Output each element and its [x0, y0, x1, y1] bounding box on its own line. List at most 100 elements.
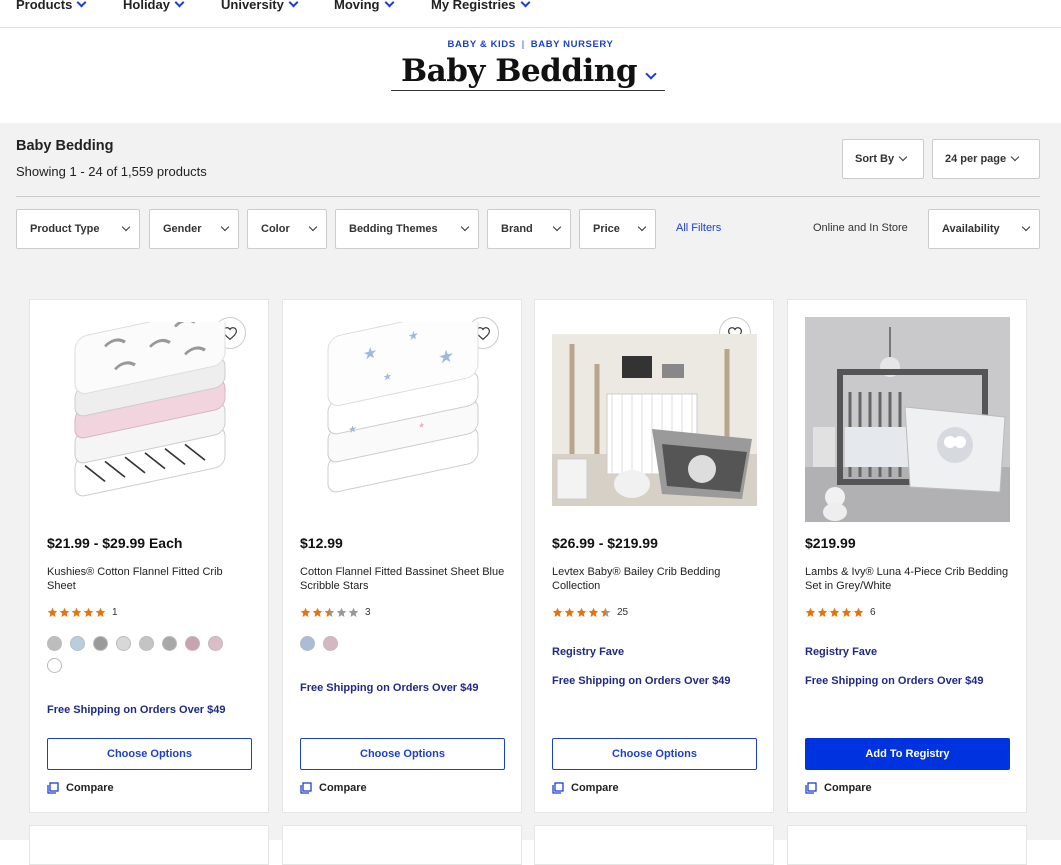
category-title-dropdown[interactable]: Baby Bedding — [391, 51, 665, 91]
product-image[interactable] — [552, 317, 757, 522]
shipping-promo: Free Shipping on Orders Over $49 — [300, 682, 479, 694]
product-image[interactable]: ★ ★ ★ ★ ★ ★ — [300, 317, 505, 522]
color-swatch[interactable] — [47, 636, 62, 651]
product-card: $26.99 - $219.99 Levtex Baby® Bailey Cri… — [534, 299, 774, 813]
color-swatch[interactable] — [323, 636, 338, 651]
compare-toggle[interactable]: Compare — [552, 782, 619, 794]
choose-options-button[interactable]: Choose Options — [552, 738, 757, 770]
product-rating[interactable]: 25 — [552, 607, 628, 618]
registry-fave-badge: Registry Fave — [552, 646, 625, 658]
filter-label: Gender — [163, 223, 202, 235]
product-rating[interactable]: 1 — [47, 607, 118, 618]
compare-label: Compare — [824, 782, 872, 794]
product-rating[interactable]: 3 — [300, 607, 371, 618]
star-icon — [805, 607, 816, 617]
filter-label: Product Type — [30, 223, 100, 235]
star-icon — [552, 607, 563, 617]
product-rating[interactable]: 6 — [805, 607, 876, 618]
product-name-link[interactable]: Kushies® Cotton Flannel Fitted Crib Shee… — [47, 565, 253, 593]
star-icon — [95, 607, 106, 617]
per-page-dropdown[interactable]: 24 per page — [932, 139, 1040, 179]
product-image[interactable] — [805, 317, 1010, 522]
compare-icon — [300, 782, 312, 794]
filter-availability[interactable]: Availability — [928, 209, 1040, 249]
svg-text:★: ★ — [438, 345, 454, 368]
compare-toggle[interactable]: Compare — [47, 782, 114, 794]
chevron-down-icon — [121, 222, 131, 232]
crib-set-image — [805, 317, 1010, 522]
breadcrumb-separator: | — [521, 39, 525, 50]
star-icon — [83, 607, 94, 617]
filter-price[interactable]: Price — [579, 209, 656, 249]
sort-by-dropdown[interactable]: Sort By — [842, 139, 924, 179]
compare-icon — [552, 782, 564, 794]
product-card — [787, 825, 1027, 865]
category-header: BABY & KIDS | BABY NURSERY Baby Bedding — [0, 29, 1061, 123]
product-name-link[interactable]: Levtex Baby® Bailey Crib Bedding Collect… — [552, 565, 758, 593]
color-swatch[interactable] — [139, 636, 154, 651]
star-rating — [47, 607, 106, 618]
folded-sheets-image: ★ ★ ★ ★ ★ ★ — [327, 322, 478, 493]
online-in-store-label: Online and In Store — [813, 222, 908, 234]
filter-product-type[interactable]: Product Type — [16, 209, 140, 249]
product-card: $219.99 Lambs & Ivy® Luna 4-Piece Crib B… — [787, 299, 1027, 813]
chevron-down-icon — [645, 67, 657, 80]
breadcrumb: BABY & KIDS | BABY NURSERY — [0, 39, 1061, 50]
color-swatches — [47, 636, 237, 673]
compare-label: Compare — [66, 782, 114, 794]
shipping-promo: Free Shipping on Orders Over $49 — [552, 675, 731, 687]
star-icon — [336, 607, 347, 617]
chevron-down-icon — [520, 0, 530, 8]
choose-options-button[interactable]: Choose Options — [300, 738, 505, 770]
all-filters-link[interactable]: All Filters — [676, 222, 721, 234]
chevron-down-icon — [898, 152, 908, 162]
color-swatch[interactable] — [70, 636, 85, 651]
results-title: Baby Bedding — [16, 138, 114, 154]
product-name-link[interactable]: Lambs & Ivy® Luna 4-Piece Crib Bedding S… — [805, 565, 1011, 593]
nav-item-university[interactable]: University — [221, 0, 299, 12]
chevron-down-icon — [308, 222, 318, 232]
color-swatch[interactable] — [116, 636, 131, 651]
nav-item-holiday[interactable]: Holiday — [123, 0, 185, 12]
breadcrumb-link-baby-nursery[interactable]: BABY NURSERY — [531, 39, 614, 50]
top-navigation: Products Holiday University Moving My Re… — [0, 0, 1061, 28]
nav-item-products[interactable]: Products — [16, 0, 87, 12]
page-title: Baby Bedding — [400, 52, 638, 89]
filter-gender[interactable]: Gender — [149, 209, 239, 249]
nav-item-my-registries[interactable]: My Registries — [431, 0, 530, 12]
filter-color[interactable]: Color — [247, 209, 327, 249]
chevron-down-icon — [460, 222, 470, 232]
star-rating — [805, 607, 864, 618]
compare-toggle[interactable]: Compare — [805, 782, 872, 794]
svg-text:★: ★ — [363, 343, 377, 364]
product-name-link[interactable]: Cotton Flannel Fitted Bassinet Sheet Blu… — [300, 565, 506, 593]
color-swatch[interactable] — [47, 658, 62, 673]
choose-options-button[interactable]: Choose Options — [47, 738, 252, 770]
nav-item-label: My Registries — [431, 0, 516, 12]
nav-item-label: University — [221, 0, 284, 12]
add-to-registry-button[interactable]: Add To Registry — [805, 738, 1010, 770]
color-swatch[interactable] — [300, 636, 315, 651]
star-icon — [853, 607, 864, 617]
filter-brand[interactable]: Brand — [487, 209, 571, 249]
product-image[interactable] — [47, 317, 252, 522]
color-swatch[interactable] — [93, 636, 108, 651]
compare-toggle[interactable]: Compare — [300, 782, 367, 794]
star-icon — [300, 607, 311, 617]
star-rating — [552, 607, 611, 618]
chevron-down-icon — [220, 222, 230, 232]
review-count: 3 — [365, 607, 371, 618]
filter-bedding-themes[interactable]: Bedding Themes — [335, 209, 479, 249]
breadcrumb-link-baby-kids[interactable]: BABY & KIDS — [448, 39, 516, 50]
nav-item-moving[interactable]: Moving — [334, 0, 394, 12]
review-count: 1 — [112, 607, 118, 618]
filter-label: Bedding Themes — [349, 223, 438, 235]
color-swatch[interactable] — [162, 636, 177, 651]
registry-fave-badge: Registry Fave — [805, 646, 878, 658]
color-swatch[interactable] — [208, 636, 223, 651]
color-swatch[interactable] — [185, 636, 200, 651]
svg-text:★: ★ — [408, 328, 419, 344]
product-card — [534, 825, 774, 865]
review-count: 6 — [870, 607, 876, 618]
shipping-promo: Free Shipping on Orders Over $49 — [805, 675, 984, 687]
